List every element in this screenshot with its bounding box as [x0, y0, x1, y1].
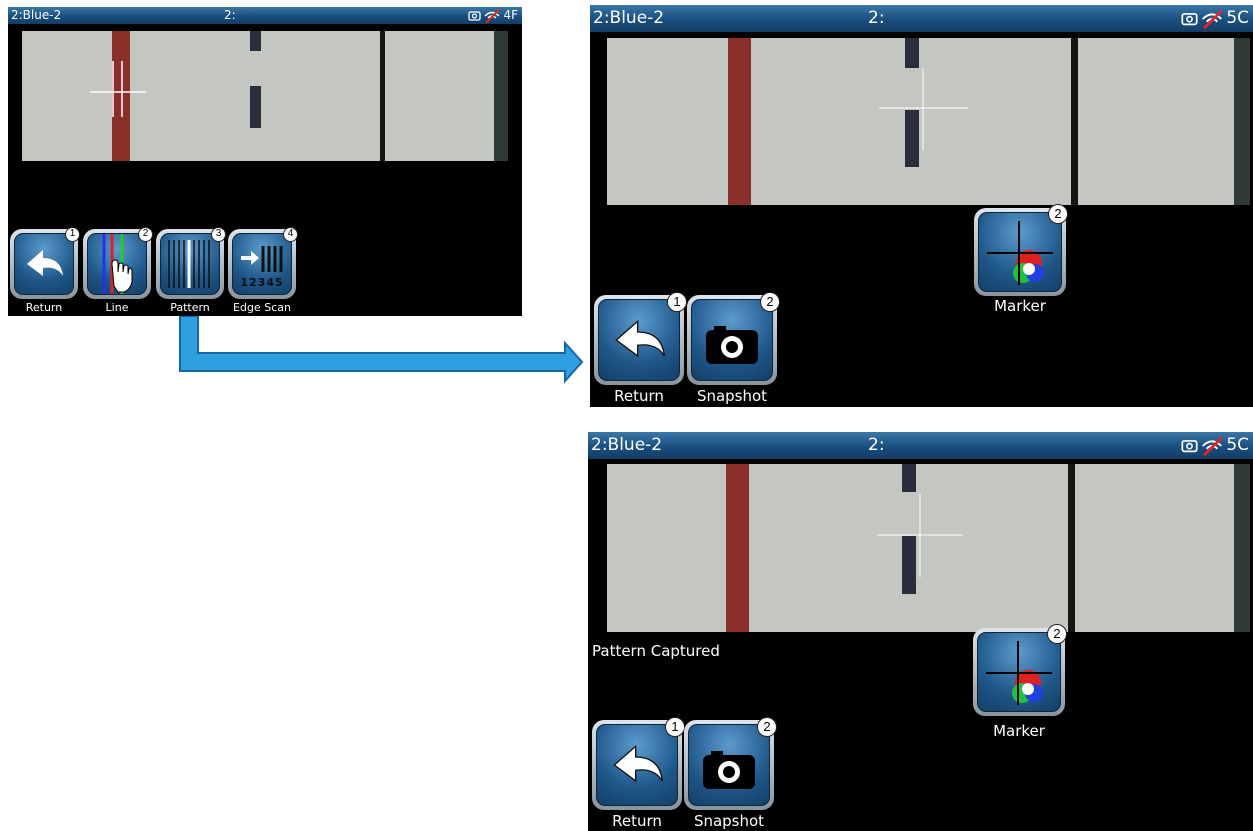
line-label: Line: [105, 301, 129, 314]
marker-label: Marker: [994, 297, 1046, 315]
edge-scan-button[interactable]: 12345 4: [228, 227, 298, 299]
button-badge: 2: [1048, 204, 1068, 224]
snapshot-button[interactable]: 2: [684, 717, 777, 810]
wifi-off-icon: [484, 8, 501, 23]
status-area: 5C: [1181, 432, 1249, 459]
return-arrow-icon: [615, 319, 665, 358]
marker-color-wheel-icon: [986, 641, 1052, 705]
marker-button[interactable]: 2: [973, 624, 1067, 716]
pattern-label: Pattern: [170, 301, 210, 314]
marker-label: Marker: [993, 722, 1045, 740]
camera-view: [607, 464, 1250, 632]
return-button[interactable]: 1: [10, 227, 80, 299]
status-area: 4F: [468, 7, 518, 24]
button-badge: 2: [757, 717, 777, 737]
line-button[interactable]: 2: [83, 227, 153, 299]
edge-scan-label: Edge Scan: [233, 301, 291, 314]
title-left: 2:Blue-2: [593, 8, 665, 28]
snapshot-camera-icon: [706, 326, 758, 364]
title-center: 2:: [224, 8, 236, 22]
button-badge: 1: [65, 227, 80, 242]
title-left: 2:Blue-2: [11, 8, 62, 22]
camera-view: [607, 38, 1250, 205]
button-badge: 2: [1047, 624, 1067, 644]
status-message: Pattern Captured: [592, 642, 720, 660]
wifi-off-icon: [1202, 9, 1223, 29]
return-label: Return: [612, 812, 662, 830]
edge-scan-digits: 12345: [240, 276, 284, 289]
return-button[interactable]: 1: [594, 292, 687, 385]
flow-arrow: [179, 316, 584, 384]
snapshot-label: Snapshot: [693, 812, 765, 830]
status-value: 5C: [1226, 8, 1249, 28]
hand-line-icon: [102, 234, 133, 294]
marker-color-wheel-icon: [987, 221, 1053, 285]
title-left: 2:Blue-2: [591, 435, 663, 455]
pattern-button[interactable]: 3: [156, 227, 226, 299]
status-value: 4F: [503, 8, 518, 22]
return-button[interactable]: 1: [592, 717, 685, 810]
camera-view: [22, 31, 508, 161]
return-arrow-icon: [613, 744, 663, 783]
camera-icon: [1181, 440, 1198, 453]
title-center: 2:: [868, 8, 885, 28]
button-badge: 2: [138, 227, 153, 242]
title-bar: 2:Blue-2 2: 4F: [8, 7, 522, 24]
button-badge: 1: [665, 717, 685, 737]
pattern-lines-icon: [168, 240, 210, 288]
screen-pattern-marker: 2:Blue-2 2: 5C 2 Marker 1 Return 2 Snaps…: [590, 5, 1253, 407]
edge-scan-icon: [241, 246, 283, 272]
title-center: 2:: [868, 435, 885, 455]
camera-icon: [468, 11, 482, 21]
marker-button[interactable]: 2: [974, 204, 1068, 296]
camera-image: [22, 31, 508, 161]
button-badge: 1: [667, 292, 687, 312]
title-bar: 2:Blue-2 2: 5C: [588, 432, 1253, 459]
screen-line-selection: 2:Blue-2 2: 4F 1 Return 2 Line 3 Pattern…: [8, 7, 522, 316]
return-arrow-icon: [27, 250, 63, 276]
button-badge: 3: [211, 227, 226, 242]
status-value: 5C: [1226, 435, 1249, 455]
camera-image: [607, 464, 1250, 632]
title-bar: 2:Blue-2 2: 5C: [590, 5, 1253, 32]
status-area: 5C: [1181, 5, 1249, 32]
snapshot-button[interactable]: 2: [687, 292, 780, 385]
screen-pattern-captured: 2:Blue-2 2: 5C Pattern Captured 2 Marker…: [588, 432, 1253, 831]
wifi-off-icon: [1202, 436, 1223, 456]
return-label: Return: [614, 387, 664, 405]
button-badge: 4: [283, 227, 298, 242]
snapshot-camera-icon: [703, 751, 755, 789]
button-badge: 2: [760, 292, 780, 312]
camera-icon: [1181, 13, 1198, 26]
camera-image: [607, 38, 1250, 205]
return-label: Return: [25, 301, 63, 314]
snapshot-label: Snapshot: [696, 387, 768, 405]
